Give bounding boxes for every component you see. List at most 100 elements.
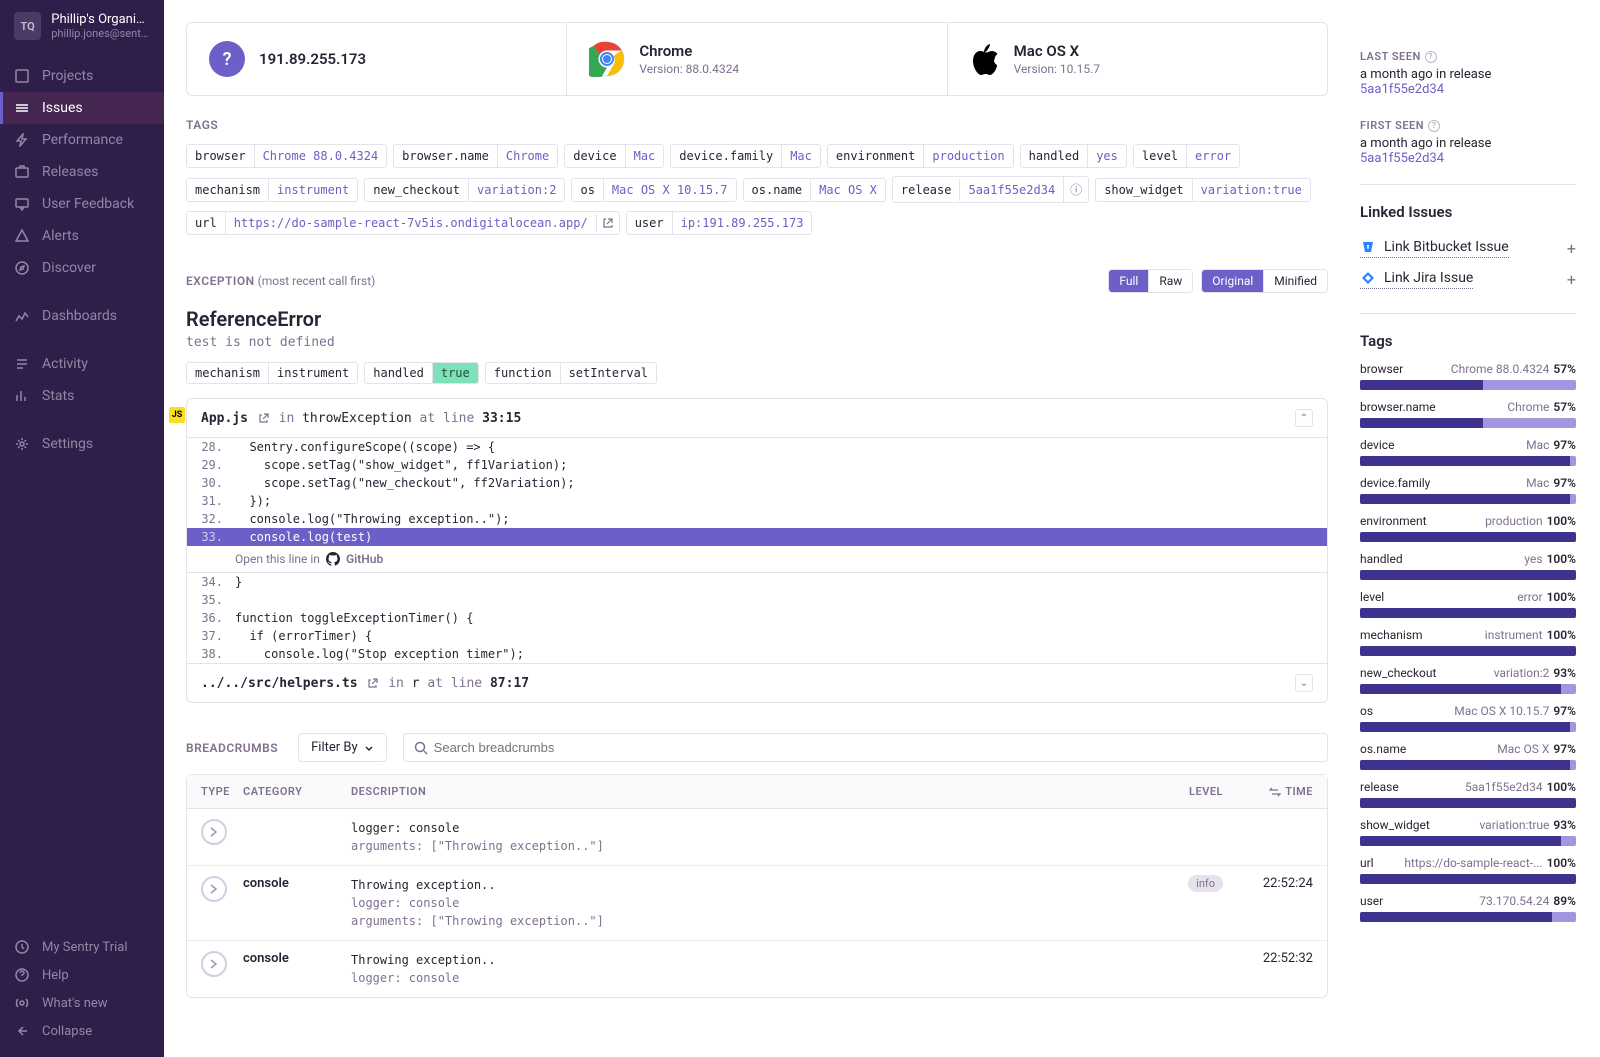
code-line: 30. scope.setTag("new_checkout", ff2Vari… <box>187 474 1327 492</box>
tag-pill[interactable]: browser.nameChrome <box>393 144 558 168</box>
nav-whatsnew[interactable]: What's new <box>0 989 164 1017</box>
exception-view-toggle-2: Original Minified <box>1201 269 1328 293</box>
breadcrumbs-table: TYPE CATEGORY DESCRIPTION LEVEL TIME log… <box>186 774 1328 998</box>
nav-trial[interactable]: My Sentry Trial <box>0 933 164 961</box>
context-browser[interactable]: ChromeVersion: 88.0.4324 <box>567 23 947 95</box>
nav-label: What's new <box>42 996 108 1011</box>
dashboards-icon <box>14 308 30 324</box>
add-icon[interactable]: + <box>1567 239 1576 258</box>
tag-pill[interactable]: environmentproduction <box>827 144 1014 168</box>
nav-settings[interactable]: Settings <box>0 428 164 460</box>
open-in-github[interactable]: Open this line in GitHub <box>187 546 1327 573</box>
view-minified[interactable]: Minified <box>1264 270 1327 292</box>
nav-performance[interactable]: Performance <box>0 124 164 156</box>
tag-pill[interactable]: device.familyMac <box>670 144 821 168</box>
nav-projects[interactable]: Projects <box>0 60 164 92</box>
exception-type: ReferenceError <box>186 307 1328 331</box>
exception-heading: EXCEPTION (most recent call first) <box>186 274 375 288</box>
external-link-icon[interactable] <box>367 678 378 689</box>
tag-distribution-item[interactable]: browserChrome 88.0.432457% <box>1360 362 1576 390</box>
org-email: phillip.jones@sentr... <box>51 27 150 40</box>
tag-distribution-item[interactable]: osMac OS X 10.15.797% <box>1360 704 1576 732</box>
tag-pill[interactable]: release5aa1f55e2d34ⓘ <box>892 176 1089 203</box>
expand-frame-icon[interactable]: ⌄ <box>1295 674 1313 692</box>
nav-dashboards[interactable]: Dashboards <box>0 300 164 332</box>
link-bitbucket-issue[interactable]: Link Bitbucket Issue + <box>1360 233 1576 264</box>
first-seen-heading: FIRST SEEN? <box>1360 119 1576 132</box>
tag-distribution-item[interactable]: device.familyMac97% <box>1360 476 1576 504</box>
nav-label: Discover <box>42 260 96 276</box>
collapse-frame-icon[interactable]: ⌃ <box>1295 409 1313 427</box>
release-link[interactable]: 5aa1f55e2d34 <box>1360 151 1444 166</box>
nav-stats[interactable]: Stats <box>0 380 164 412</box>
org-switcher[interactable]: TQ Phillip's Organiz... phillip.jones@se… <box>0 0 164 52</box>
nav-activity[interactable]: Activity <box>0 348 164 380</box>
code-context: 34.}35.36.function toggleExceptionTimer(… <box>187 573 1327 663</box>
external-link-icon[interactable] <box>258 413 269 424</box>
release-link[interactable]: 5aa1f55e2d34 <box>1360 82 1444 97</box>
nav-collapse[interactable]: Collapse <box>0 1017 164 1045</box>
view-original[interactable]: Original <box>1202 270 1264 292</box>
add-icon[interactable]: + <box>1567 270 1576 289</box>
tag-distribution-item[interactable]: show_widgetvariation:true93% <box>1360 818 1576 846</box>
context-os[interactable]: Mac OS XVersion: 10.15.7 <box>948 23 1327 95</box>
frame-location: 87:17 <box>490 676 529 691</box>
breadcrumb-category: console <box>243 951 351 966</box>
os-name: Mac OS X <box>1014 42 1100 60</box>
tag-distribution-item[interactable]: handledyes100% <box>1360 552 1576 580</box>
tag-pill[interactable]: levelerror <box>1133 144 1240 168</box>
code-line: 35. <box>187 591 1327 609</box>
info-icon[interactable]: ⓘ <box>1063 177 1088 202</box>
help-tooltip-icon[interactable]: ? <box>1428 120 1440 132</box>
nav-releases[interactable]: Releases <box>0 156 164 188</box>
tag-distribution-item[interactable]: user73.170.54.2489% <box>1360 894 1576 922</box>
chevron-down-icon <box>364 743 374 753</box>
tag-distribution-item[interactable]: mechanisminstrument100% <box>1360 628 1576 656</box>
tag-distribution-item[interactable]: new_checkoutvariation:293% <box>1360 666 1576 694</box>
view-full[interactable]: Full <box>1109 270 1149 292</box>
link-jira-issue[interactable]: Link Jira Issue + <box>1360 264 1576 295</box>
external-link-icon[interactable] <box>596 214 619 232</box>
tag-distribution-item[interactable]: levelerror100% <box>1360 590 1576 618</box>
breadcrumb-search[interactable] <box>403 733 1328 762</box>
tag-pill[interactable]: os.nameMac OS X <box>743 178 886 202</box>
tag-pill[interactable]: userip:191.89.255.173 <box>626 211 813 235</box>
nav-discover[interactable]: Discover <box>0 252 164 284</box>
help-tooltip-icon[interactable]: ? <box>1425 51 1437 63</box>
tag-pill[interactable]: browserChrome 88.0.4324 <box>186 144 387 168</box>
user-ip: 191.89.255.173 <box>259 50 366 68</box>
tag-pill[interactable]: new_checkoutvariation:2 <box>364 178 565 202</box>
context-user[interactable]: ? 191.89.255.173 <box>187 23 567 95</box>
nav-help[interactable]: Help <box>0 961 164 989</box>
tag-pill[interactable]: urlhttps://do-sample-react-7v5is.ondigit… <box>186 211 620 235</box>
filter-by-button[interactable]: Filter By <box>298 733 387 762</box>
tag-distribution-item[interactable]: os.nameMac OS X97% <box>1360 742 1576 770</box>
projects-icon <box>14 68 30 84</box>
view-raw[interactable]: Raw <box>1149 270 1192 292</box>
frame-location: 33:15 <box>482 411 521 426</box>
tag-pill[interactable]: show_widgetvariation:true <box>1095 178 1311 202</box>
nav-feedback[interactable]: User Feedback <box>0 188 164 220</box>
tag-distribution-item[interactable]: release5aa1f55e2d34100% <box>1360 780 1576 808</box>
col-time[interactable]: TIME <box>1223 785 1313 798</box>
breadcrumb-search-input[interactable] <box>434 740 1317 755</box>
frame-header[interactable]: App.js in throwException at line 33:15 ⌃ <box>187 399 1327 438</box>
tag-distribution-item[interactable]: urlhttps://do-sample-react-...100% <box>1360 856 1576 884</box>
frame-header-collapsed[interactable]: ../../src/helpers.ts in r at line 87:17 … <box>187 663 1327 702</box>
col-level: LEVEL <box>1153 785 1223 798</box>
alerts-icon <box>14 228 30 244</box>
tag-pill[interactable]: deviceMac <box>564 144 664 168</box>
tags-container: browserChrome 88.0.4324browser.nameChrom… <box>186 144 1328 243</box>
tag-distribution-item[interactable]: deviceMac97% <box>1360 438 1576 466</box>
tag-distribution-item[interactable]: environmentproduction100% <box>1360 514 1576 542</box>
nav-issues[interactable]: Issues <box>0 92 164 124</box>
frame-function: throwException <box>302 411 412 426</box>
tag-pill[interactable]: handledyes <box>1020 144 1127 168</box>
tag-pill[interactable]: mechanisminstrument <box>186 178 358 202</box>
breadcrumb-description: Throwing exception..logger: consoleargum… <box>351 876 1153 930</box>
nav-alerts[interactable]: Alerts <box>0 220 164 252</box>
breadcrumb-time: 22:52:32 <box>1223 951 1313 966</box>
tag-distribution-item[interactable]: browser.nameChrome57% <box>1360 400 1576 428</box>
col-type: TYPE <box>201 785 243 798</box>
tag-pill[interactable]: osMac OS X 10.15.7 <box>571 178 736 202</box>
